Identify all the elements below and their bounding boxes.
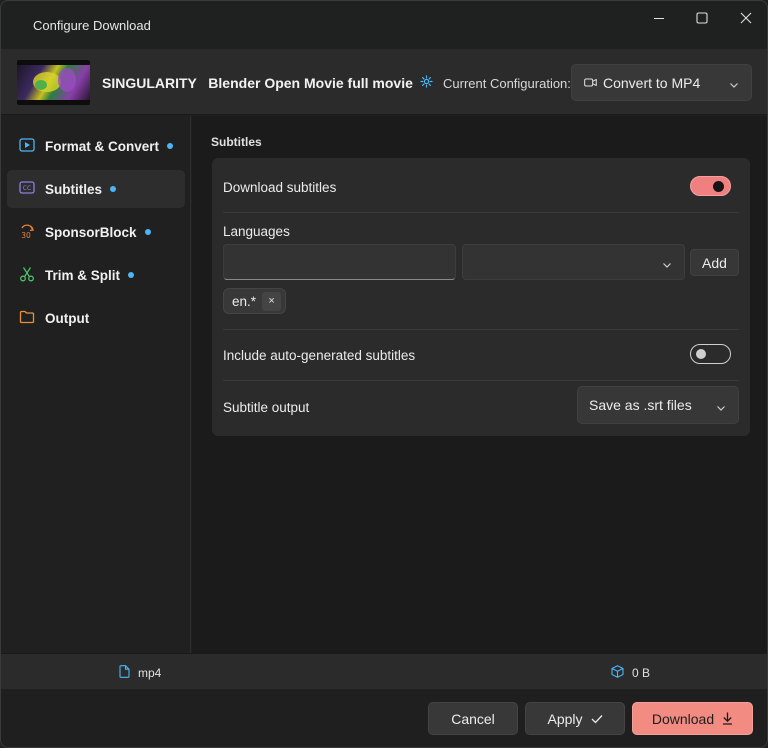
dialog-footer: Cancel Apply Download bbox=[1, 689, 767, 747]
scissors-icon bbox=[19, 266, 35, 285]
autogen-subtitles-toggle[interactable] bbox=[690, 344, 731, 364]
apply-label: Apply bbox=[547, 710, 583, 727]
minimize-button[interactable] bbox=[644, 7, 674, 29]
subtitle-output-label: Subtitle output bbox=[223, 400, 310, 415]
download-subtitles-label: Download subtitles bbox=[223, 180, 337, 195]
download-button[interactable]: Download bbox=[632, 702, 753, 735]
maximize-icon bbox=[696, 12, 708, 24]
settings-sidebar: Format & Convert CC Subtitles 30 Sponsor… bbox=[1, 116, 191, 653]
format-status: mp4 bbox=[119, 665, 161, 681]
sidebar-item-output[interactable]: Output bbox=[7, 299, 185, 337]
sidebar-item-subtitles[interactable]: CC Subtitles bbox=[7, 170, 185, 208]
chevron-down-icon bbox=[662, 257, 672, 273]
status-bar: mp4 0 B bbox=[1, 653, 767, 689]
video-title: SINGULARITY Blender Open Movie full movi… bbox=[102, 75, 413, 91]
sidebar-item-label: Trim & Split bbox=[45, 267, 121, 283]
cancel-button[interactable]: Cancel bbox=[428, 702, 518, 735]
minimize-icon bbox=[654, 17, 664, 20]
video-header: SINGULARITY Blender Open Movie full movi… bbox=[1, 49, 767, 115]
modified-indicator bbox=[110, 186, 117, 192]
language-select[interactable] bbox=[462, 244, 685, 280]
folder-icon bbox=[19, 310, 35, 327]
sidebar-item-label: Format & Convert bbox=[45, 138, 160, 154]
sidebar-item-label: SponsorBlock bbox=[45, 224, 137, 240]
video-camera-icon bbox=[584, 75, 597, 91]
remove-chip-button[interactable]: × bbox=[262, 291, 282, 311]
divider bbox=[223, 329, 739, 330]
subtitle-output-value: Save as .srt files bbox=[589, 397, 692, 413]
languages-label: Languages bbox=[223, 224, 290, 239]
add-language-button[interactable]: Add bbox=[690, 249, 739, 276]
current-configuration-label: Current Configuration: bbox=[443, 76, 571, 91]
size-status: 0 B bbox=[611, 665, 650, 681]
play-box-icon bbox=[19, 137, 35, 155]
download-subtitles-toggle[interactable] bbox=[690, 176, 731, 196]
toggle-knob bbox=[696, 349, 706, 359]
format-value: mp4 bbox=[138, 666, 162, 680]
checkmark-icon bbox=[591, 714, 603, 724]
window-title: Configure Download bbox=[33, 18, 151, 33]
cc-icon: CC bbox=[19, 181, 35, 197]
subtitle-output-dropdown[interactable]: Save as .srt files bbox=[577, 386, 739, 424]
divider bbox=[223, 380, 739, 381]
section-title: Subtitles bbox=[211, 135, 262, 149]
sidebar-item-label: Output bbox=[45, 310, 90, 326]
modified-indicator bbox=[128, 272, 135, 278]
subtitles-panel: Subtitles Download subtitles Languages A… bbox=[192, 116, 767, 653]
chip-label: en.* bbox=[232, 293, 257, 309]
configure-download-window: Configure Download SINGULARITY Blender O… bbox=[0, 0, 768, 748]
chevron-down-icon bbox=[729, 77, 739, 93]
configuration-value: Convert to MP4 bbox=[603, 74, 701, 91]
divider bbox=[223, 212, 739, 213]
video-thumbnail bbox=[17, 60, 90, 105]
sidebar-item-format-convert[interactable]: Format & Convert bbox=[7, 127, 185, 165]
sidebar-item-sponsorblock[interactable]: 30 SponsorBlock bbox=[7, 213, 185, 251]
language-input[interactable] bbox=[223, 244, 456, 280]
close-icon bbox=[740, 12, 752, 24]
apply-button[interactable]: Apply bbox=[525, 702, 625, 735]
svg-text:30: 30 bbox=[21, 231, 31, 239]
close-window-button[interactable] bbox=[731, 7, 761, 29]
chevron-down-icon bbox=[716, 400, 726, 416]
size-value: 0 B bbox=[632, 666, 651, 680]
file-icon bbox=[119, 665, 130, 681]
download-arrow-icon bbox=[722, 712, 733, 725]
gear-icon bbox=[420, 75, 433, 91]
subtitles-card: Download subtitles Languages Add en.* × … bbox=[212, 158, 750, 436]
sidebar-item-label: Subtitles bbox=[45, 181, 103, 197]
toggle-knob bbox=[713, 181, 724, 192]
maximize-button[interactable] bbox=[687, 7, 717, 29]
modified-indicator bbox=[167, 143, 174, 149]
sponsorblock-icon: 30 bbox=[19, 223, 35, 242]
svg-text:CC: CC bbox=[23, 185, 31, 192]
configuration-dropdown[interactable]: Convert to MP4 bbox=[571, 64, 752, 101]
download-label: Download bbox=[651, 710, 715, 727]
title-bar: Configure Download bbox=[1, 1, 767, 49]
language-chip: en.* × bbox=[223, 288, 287, 314]
cancel-label: Cancel bbox=[451, 710, 495, 727]
cube-icon bbox=[611, 665, 624, 681]
sidebar-item-trim-split[interactable]: Trim & Split bbox=[7, 256, 185, 294]
autogen-subtitles-label: Include auto-generated subtitles bbox=[223, 348, 416, 363]
modified-indicator bbox=[144, 229, 151, 235]
